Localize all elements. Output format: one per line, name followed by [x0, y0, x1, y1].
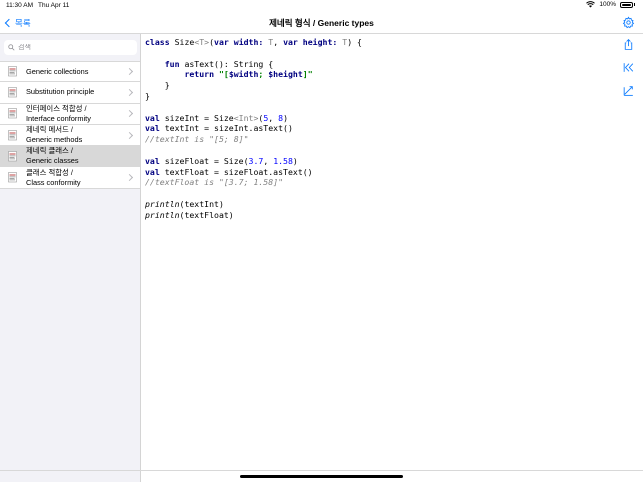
list-item[interactable]: 인터페이스 적합성 / Interface conformity	[0, 103, 140, 125]
home-indicator[interactable]	[240, 475, 403, 478]
navigation-bar: 목록 제네릭 형식 / Generic types	[0, 12, 643, 34]
list-item-label: 제네릭 메서드 / Generic methods	[26, 125, 83, 145]
status-right: 100%	[586, 1, 635, 8]
chevron-right-icon	[125, 131, 134, 139]
search-icon	[8, 44, 15, 51]
status-time: 11:30 AM	[6, 2, 33, 9]
topic-list: Generic collections Substitution princip…	[0, 61, 140, 189]
search-field[interactable]	[4, 40, 137, 55]
document-icon	[8, 151, 17, 162]
list-item-label: 제네릭 클래스 / Generic classes	[26, 146, 79, 166]
search-input[interactable]	[15, 44, 128, 51]
chevron-right-icon	[125, 110, 134, 118]
document-icon	[8, 66, 17, 77]
chevron-right-icon	[125, 174, 134, 182]
list-item[interactable]: Generic collections	[0, 61, 140, 83]
battery-cap	[634, 3, 635, 6]
sidebar: Generic collections Substitution princip…	[0, 34, 141, 482]
list-item[interactable]: 클래스 적합성 / Class conformity	[0, 167, 140, 189]
list-item-label: 인터페이스 적합성 / Interface conformity	[26, 103, 91, 123]
share-icon[interactable]	[622, 38, 635, 51]
chevron-right-icon	[125, 88, 134, 96]
wifi-icon	[586, 1, 596, 8]
page-title: 제네릭 형식 / Generic types	[269, 18, 374, 28]
list-item-label: 클래스 적합성 / Class conformity	[26, 167, 81, 187]
divider	[0, 470, 643, 471]
edit-icon[interactable]	[622, 84, 635, 97]
list-item[interactable]: 제네릭 메서드 / Generic methods	[0, 124, 140, 147]
list-item-label: Substitution principle	[26, 87, 95, 97]
collapse-icon[interactable]	[622, 61, 635, 74]
chevron-right-icon	[125, 68, 134, 76]
document-icon	[8, 172, 17, 183]
code-view: class Size<T>(var width: T, var height: …	[145, 37, 362, 220]
document-icon	[8, 108, 17, 119]
list-item-label: Generic collections	[26, 66, 89, 76]
document-icon	[8, 87, 17, 98]
battery-percent: 100%	[599, 1, 616, 8]
document-icon	[8, 129, 17, 140]
gear-icon[interactable]	[622, 16, 635, 29]
list-item-selected[interactable]: 제네릭 클래스 / Generic classes	[0, 146, 140, 168]
battery-icon	[620, 1, 633, 8]
list-item[interactable]: Substitution principle	[0, 82, 140, 104]
status-bar: 11:30 AM Thu Apr 11 100%	[0, 0, 643, 12]
status-date: Thu Apr 11	[38, 2, 70, 9]
